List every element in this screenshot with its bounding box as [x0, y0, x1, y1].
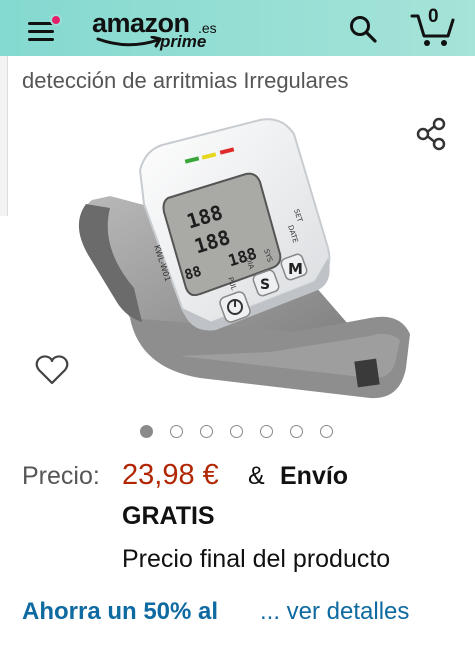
smile-arrow-icon [96, 36, 162, 48]
see-details-link[interactable]: ... ver detalles [260, 598, 409, 626]
menu-icon-bar [28, 38, 54, 41]
carousel-dot-3[interactable] [200, 425, 213, 438]
s-button-label: S [260, 277, 270, 293]
carousel-dot-7[interactable] [320, 425, 333, 438]
price-value: 23,98 € [122, 459, 219, 491]
final-price-note: Precio final del producto [122, 545, 391, 573]
wishlist-button[interactable] [34, 352, 70, 388]
search-button[interactable] [348, 14, 378, 44]
carousel-dot-5[interactable] [260, 425, 273, 438]
product-title: detección de arritmias Irregulares [22, 68, 349, 93]
carousel-dot-4[interactable] [230, 425, 243, 438]
side-drawer-edge[interactable] [0, 56, 8, 216]
carousel-dot-6[interactable] [290, 425, 303, 438]
shipping-label: Envío [280, 462, 349, 490]
cart-count: 0 [428, 6, 439, 27]
image-carousel-indicator[interactable] [140, 424, 340, 440]
heart-icon [35, 355, 69, 385]
menu-icon-bar [28, 30, 54, 33]
shipping-ampersand: & [248, 462, 265, 490]
carousel-dot-2[interactable] [170, 425, 183, 438]
amazon-prime-logo[interactable]: amazon .es prime [90, 6, 230, 52]
logo-prime: prime [160, 32, 207, 51]
top-header: amazon .es prime 0 [0, 0, 475, 56]
price-label: Precio: [22, 462, 100, 490]
share-button[interactable] [414, 116, 450, 152]
search-icon [350, 16, 377, 43]
cart-button[interactable]: 0 [410, 6, 456, 48]
carousel-dot-1[interactable] [140, 425, 153, 438]
blood-pressure-monitor-image: 188 188 188 88 KWL-W01 SET DATE SYS DIA … [78, 118, 410, 399]
m-button-label: M [288, 260, 303, 278]
product-image[interactable]: 188 188 188 88 KWL-W01 SET DATE SYS DIA … [70, 108, 415, 408]
savings-text: Ahorra un 50% al [22, 598, 219, 625]
menu-button[interactable] [26, 14, 62, 44]
shipping-free: GRATIS [122, 502, 215, 530]
notification-dot [50, 14, 62, 26]
share-icon [416, 117, 446, 151]
